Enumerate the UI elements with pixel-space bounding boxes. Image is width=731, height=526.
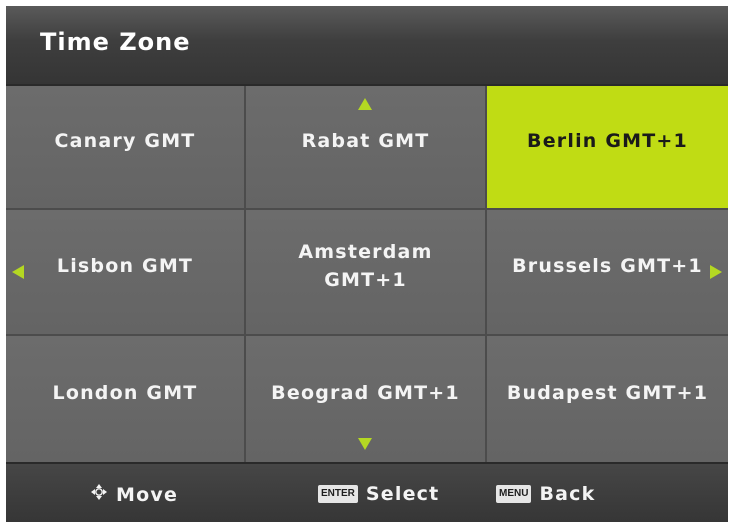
- timezone-option-label: Beograd GMT+1: [271, 382, 460, 404]
- page-title: Time Zone: [40, 28, 191, 56]
- timezone-option-london[interactable]: London GMT: [6, 336, 246, 462]
- timezone-option-brussels[interactable]: Brussels GMT+1: [487, 210, 728, 336]
- timezone-option-label: Canary GMT: [54, 130, 196, 152]
- timezone-option-budapest[interactable]: Budapest GMT+1: [487, 336, 728, 462]
- arrow-right-icon[interactable]: [710, 265, 722, 279]
- menu-key-badge: MENU: [496, 485, 532, 503]
- arrow-up-icon[interactable]: [358, 98, 372, 110]
- footer-hint-bar: Move ENTER Select MENU Back: [6, 462, 728, 522]
- tv-menu-screen: Time Zone Canary GMT Rabat GMT Berlin GM…: [6, 6, 728, 522]
- timezone-option-amsterdam[interactable]: Amsterdam GMT+1: [246, 210, 487, 336]
- timezone-option-label: Berlin GMT+1: [527, 130, 688, 152]
- hint-back: MENU Back: [496, 483, 595, 505]
- timezone-option-label: Rabat GMT: [301, 130, 430, 152]
- timezone-option-label: Budapest GMT+1: [506, 382, 709, 404]
- timezone-option-lisbon[interactable]: Lisbon GMT: [6, 210, 246, 336]
- timezone-option-canary[interactable]: Canary GMT: [6, 86, 246, 210]
- hint-select-label: Select: [365, 483, 440, 505]
- timezone-option-label: Brussels GMT+1: [512, 255, 703, 277]
- arrow-left-icon[interactable]: [12, 265, 24, 279]
- hint-move: Move: [90, 483, 178, 506]
- timezone-grid: Canary GMT Rabat GMT Berlin GMT+1 Lisbon…: [6, 86, 728, 462]
- timezone-option-label: London GMT: [52, 382, 198, 404]
- dpad-icon: [90, 483, 108, 506]
- timezone-option-label: Lisbon GMT: [56, 255, 194, 277]
- arrow-down-icon[interactable]: [358, 438, 372, 450]
- title-bar: Time Zone: [6, 6, 728, 86]
- hint-back-label: Back: [539, 483, 596, 505]
- timezone-option-berlin[interactable]: Berlin GMT+1: [487, 86, 728, 210]
- enter-key-badge: ENTER: [318, 485, 358, 503]
- timezone-option-beograd[interactable]: Beograd GMT+1: [246, 336, 487, 462]
- timezone-option-rabat[interactable]: Rabat GMT: [246, 86, 487, 210]
- hint-move-label: Move: [116, 483, 179, 506]
- hint-select: ENTER Select: [318, 483, 439, 505]
- timezone-option-label: Amsterdam GMT+1: [298, 241, 433, 291]
